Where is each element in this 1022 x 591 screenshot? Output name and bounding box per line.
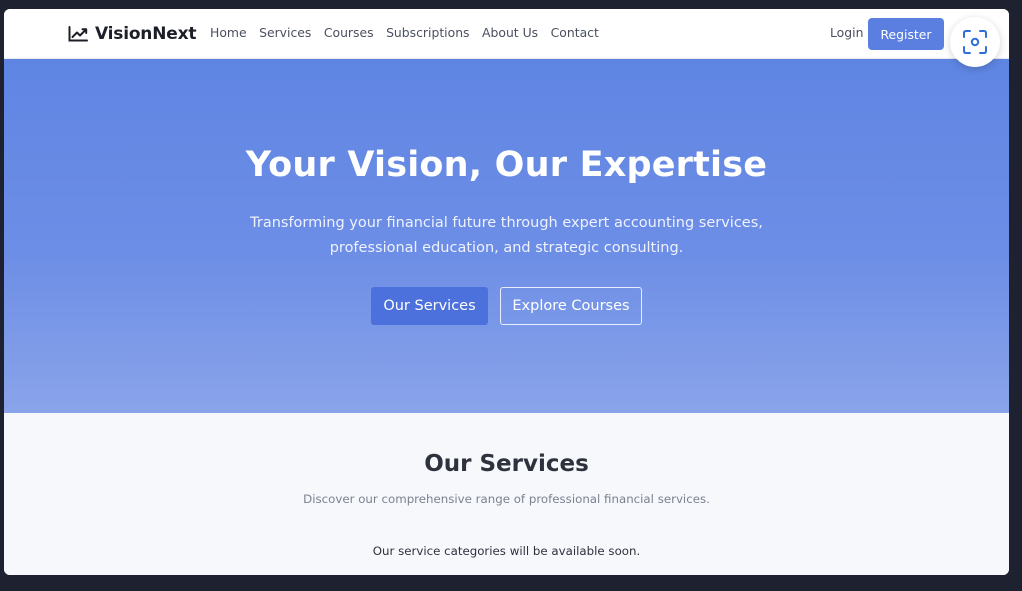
nav-link-courses[interactable]: Courses <box>324 25 374 40</box>
hero-subtitle: Transforming your financial future throu… <box>250 215 763 256</box>
scan-button[interactable] <box>950 17 1000 67</box>
hero-title: Your Vision, Our Expertise <box>245 145 768 185</box>
explore-courses-button[interactable]: Explore Courses <box>500 287 642 325</box>
brand-logo[interactable]: VisionNext <box>68 22 196 46</box>
register-button[interactable]: Register <box>868 18 944 50</box>
login-link[interactable]: Login <box>830 25 863 40</box>
hero-buttons: Our Services Explore Courses <box>371 287 642 325</box>
nav-link-about-us[interactable]: About Us <box>482 25 538 40</box>
nav-link-home[interactable]: Home <box>210 25 247 40</box>
nav-links: Home Services Courses Subscriptions Abou… <box>210 25 611 40</box>
browser-page: VisionNext Home Services Courses Subscri… <box>4 9 1009 575</box>
nav-link-subscriptions[interactable]: Subscriptions <box>386 25 469 40</box>
services-title: Our Services <box>424 451 589 477</box>
services-empty-message: Our service categories will be available… <box>372 544 641 558</box>
services-section: Our Services Discover our comprehensive … <box>4 413 1009 575</box>
services-subtitle: Discover our comprehensive range of prof… <box>303 492 710 506</box>
chart-line-icon <box>68 26 88 42</box>
brand-name: VisionNext <box>95 24 197 44</box>
hero-section: Your Vision, Our Expertise Transforming … <box>4 59 1009 413</box>
nav-link-contact[interactable]: Contact <box>551 25 599 40</box>
nav-link-services[interactable]: Services <box>259 25 311 40</box>
our-services-button[interactable]: Our Services <box>371 287 488 325</box>
navbar: VisionNext Home Services Courses Subscri… <box>4 9 1009 59</box>
scan-icon <box>963 30 987 54</box>
